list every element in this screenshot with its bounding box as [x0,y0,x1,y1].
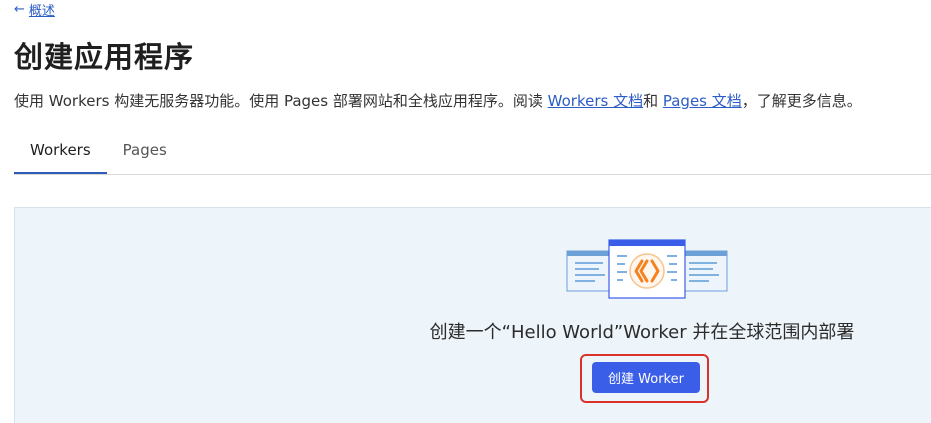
right-window-graphic [680,250,728,292]
panel-heading: 创建一个“Hello World”Worker 并在全球范围内部署 [429,322,855,343]
back-link-overview[interactable]: ← 概述 [14,0,55,19]
page-title: 创建应用程序 [14,40,195,74]
description-text: 使用 Workers 构建无服务器功能。使用 Pages 部署网站和全栈应用程序… [14,92,548,110]
create-worker-panel [14,207,931,423]
page-description: 使用 Workers 构建无服务器功能。使用 Pages 部署网站和全栈应用程序… [14,90,862,111]
workers-illustration [566,239,728,299]
tab-workers[interactable]: Workers [14,128,107,174]
tab-pages[interactable]: Pages [107,128,183,173]
pages-docs-link[interactable]: Pages 文档 [663,92,742,110]
left-window-graphic [566,250,614,292]
description-text-and: 和 [643,92,663,110]
back-arrow-icon: ← [14,2,25,17]
tab-bar: Workers Pages [14,128,931,175]
create-worker-button[interactable]: 创建 Worker [592,362,700,393]
workers-docs-link[interactable]: Workers 文档 [548,92,643,110]
description-text-end: ，了解更多信息。 [741,92,862,110]
back-link-label: 概述 [28,4,55,19]
center-window-graphic [608,239,686,299]
